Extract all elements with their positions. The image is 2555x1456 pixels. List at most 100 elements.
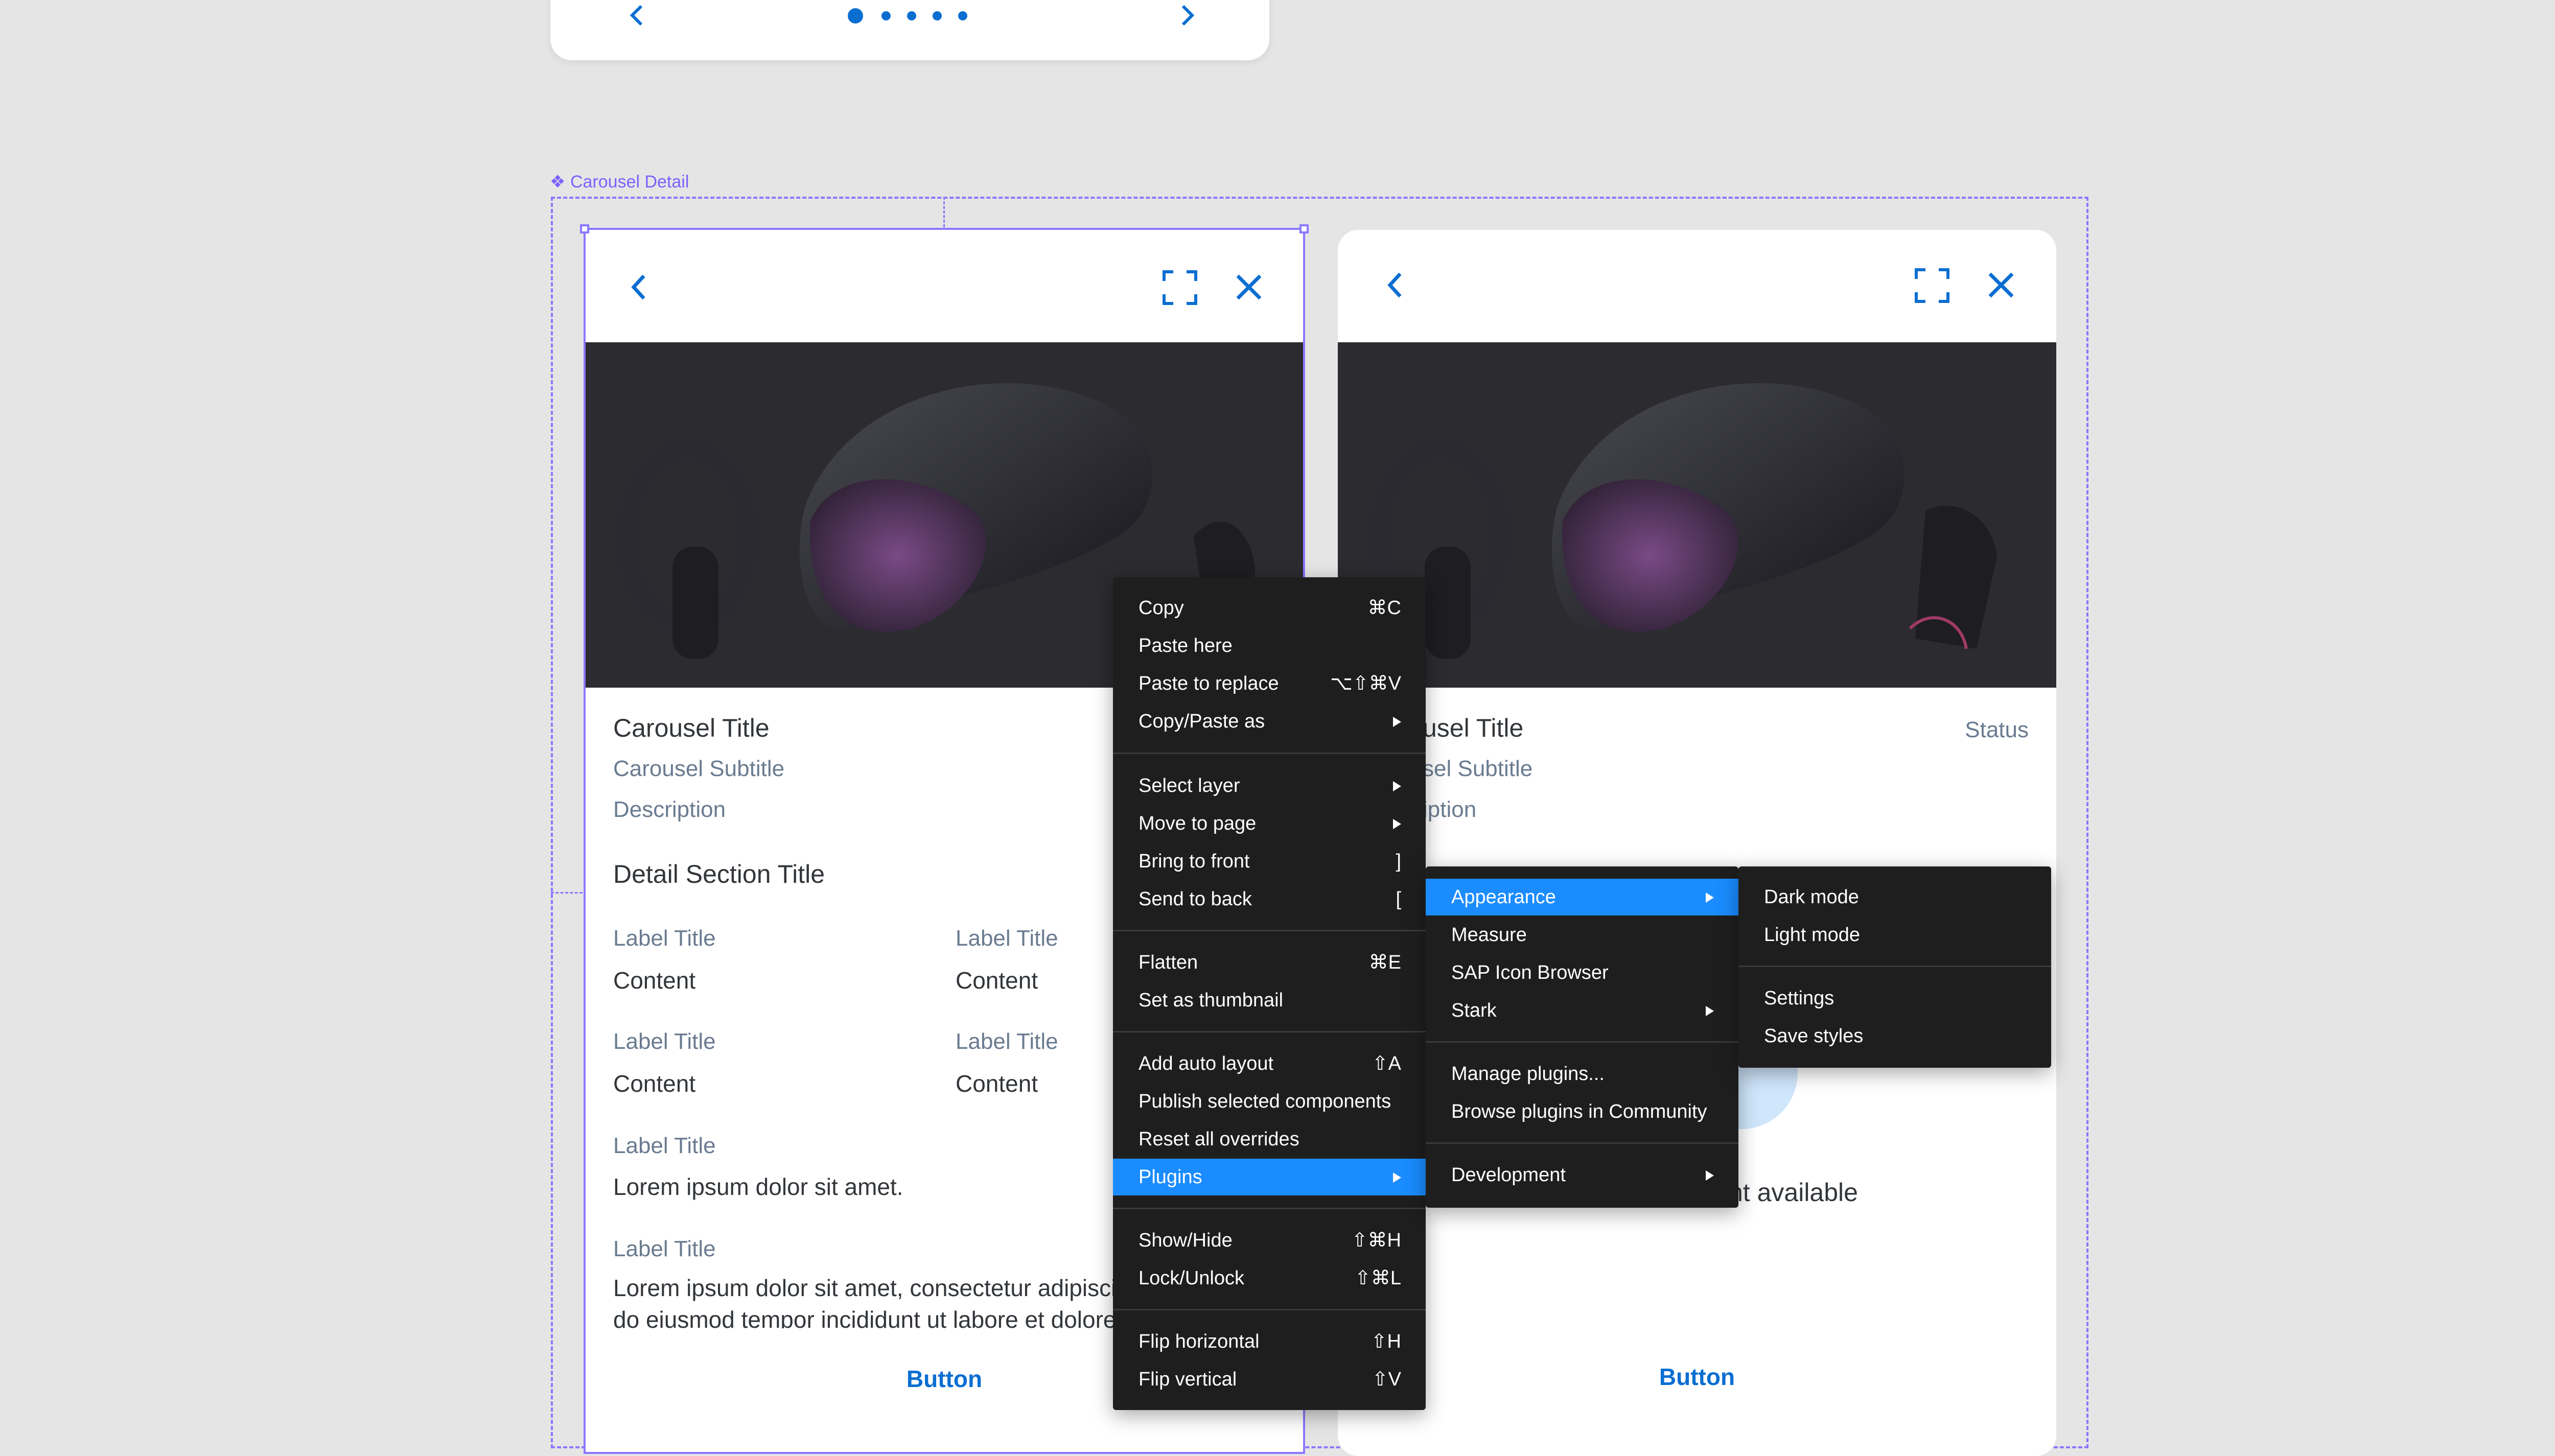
fullscreen-icon[interactable] <box>1162 270 1198 306</box>
menu-item-label: Move to page <box>1139 813 1257 834</box>
menu-item-label: Browse plugins in Community <box>1451 1101 1707 1122</box>
plugins-submenu: Appearance Measure SAP Icon Browser Star… <box>1426 866 1738 1208</box>
menu-item-flip-vertical[interactable]: Flip vertical ⇧V <box>1113 1361 1426 1398</box>
submenu-arrow-icon <box>1393 717 1401 727</box>
menu-item-flip-horizontal[interactable]: Flip horizontal ⇧H <box>1113 1323 1426 1360</box>
menu-item-copy-paste-as[interactable]: Copy/Paste as <box>1113 703 1426 740</box>
menu-item-label: Send to back <box>1139 888 1252 910</box>
menu-item-reset-overrides[interactable]: Reset all overrides <box>1113 1121 1426 1158</box>
menu-separator <box>1113 1208 1426 1209</box>
menu-item-plugins[interactable]: Plugins <box>1113 1159 1426 1195</box>
chevron-left-icon[interactable] <box>627 3 647 28</box>
chevron-right-icon[interactable] <box>1177 3 1197 28</box>
menu-item-label: Show/Hide <box>1139 1230 1233 1251</box>
menu-item-label: Appearance <box>1451 886 1556 908</box>
fullscreen-icon[interactable] <box>1914 268 1950 303</box>
menu-item-paste-to-replace[interactable]: Paste to replace ⌥⇧⌘V <box>1113 665 1426 702</box>
menu-item-settings[interactable]: Settings <box>1738 980 2051 1017</box>
menu-item-bring-to-front[interactable]: Bring to front ] <box>1113 843 1426 880</box>
card-description: Description <box>613 797 726 822</box>
menu-item-move-to-page[interactable]: Move to page <box>1113 805 1426 842</box>
back-chevron-icon[interactable] <box>630 272 650 302</box>
menu-separator <box>1113 753 1426 754</box>
menu-item-flatten[interactable]: Flatten ⌘E <box>1113 944 1426 981</box>
close-icon[interactable] <box>1987 271 2015 299</box>
menu-item-sap-icon-browser[interactable]: SAP Icon Browser <box>1426 954 1738 991</box>
menu-item-label: Save styles <box>1764 1025 1864 1047</box>
submenu-arrow-icon <box>1393 1172 1401 1183</box>
selection-handle[interactable] <box>580 224 589 233</box>
menu-item-label: Paste to replace <box>1139 673 1279 694</box>
menu-item-save-styles[interactable]: Save styles <box>1738 1018 2051 1054</box>
menu-item-appearance[interactable]: Appearance <box>1426 879 1738 915</box>
menu-item-label: Paste here <box>1139 635 1233 656</box>
page-indicator-active[interactable] <box>848 8 863 24</box>
menu-item-label: Manage plugins... <box>1451 1063 1605 1085</box>
menu-item-publish-components[interactable]: Publish selected components <box>1113 1083 1426 1120</box>
menu-item-paste-here[interactable]: Paste here <box>1113 627 1426 664</box>
spacing-guide <box>551 892 583 894</box>
field-label: Label Title <box>613 926 716 951</box>
menu-item-add-auto-layout[interactable]: Add auto layout ⇧A <box>1113 1045 1426 1082</box>
page-indicator[interactable] <box>933 11 942 20</box>
menu-item-show-hide[interactable]: Show/Hide ⇧⌘H <box>1113 1222 1426 1259</box>
field-content: Content <box>613 967 696 994</box>
menu-item-shortcut: ] <box>1396 851 1401 872</box>
submenu-arrow-icon <box>1706 893 1714 903</box>
field-content: Lorem ipsum dolor sit amet. <box>613 1173 903 1200</box>
menu-item-set-as-thumbnail[interactable]: Set as thumbnail <box>1113 982 1426 1019</box>
submenu-arrow-icon <box>1393 819 1401 829</box>
page-indicator[interactable] <box>958 11 967 20</box>
menu-item-label: Copy <box>1139 597 1184 619</box>
carousel-detail-card-right[interactable]: usel Title Status sel Subtitle iption nt… <box>1338 230 2056 1456</box>
menu-item-shortcut: ⌥⇧⌘V <box>1330 673 1401 694</box>
menu-item-label: Set as thumbnail <box>1139 990 1284 1011</box>
menu-item-stark[interactable]: Stark <box>1426 992 1738 1029</box>
card-button[interactable]: Button <box>1338 1363 2056 1391</box>
vr-headset-image <box>1367 383 1997 659</box>
spacing-guide <box>943 197 945 227</box>
menu-item-manage-plugins[interactable]: Manage plugins... <box>1426 1055 1738 1092</box>
menu-item-label: Lock/Unlock <box>1139 1267 1244 1289</box>
field-label: Label Title <box>613 1133 716 1158</box>
menu-item-shortcut: [ <box>1396 888 1401 910</box>
menu-item-label: Dark mode <box>1764 886 1859 908</box>
menu-separator <box>1738 966 2051 967</box>
close-icon[interactable] <box>1235 273 1263 301</box>
menu-item-label: Flatten <box>1139 952 1198 973</box>
appearance-submenu: Dark mode Light mode Settings Save style… <box>1738 866 2051 1068</box>
menu-item-shortcut: ⇧⌘L <box>1355 1267 1401 1289</box>
menu-item-lock-unlock[interactable]: Lock/Unlock ⇧⌘L <box>1113 1260 1426 1297</box>
menu-item-label: Reset all overrides <box>1139 1129 1299 1150</box>
menu-item-label: Add auto layout <box>1139 1053 1274 1074</box>
field-content: Content <box>956 1070 1038 1097</box>
card-description: iption <box>1423 797 1477 822</box>
menu-item-shortcut: ⌘C <box>1367 597 1401 619</box>
frame-label[interactable]: ❖ Carousel Detail <box>550 172 689 192</box>
page-indicator[interactable] <box>907 11 916 20</box>
back-chevron-icon[interactable] <box>1386 270 1406 300</box>
menu-item-shortcut: ⇧H <box>1371 1331 1401 1352</box>
menu-item-dark-mode[interactable]: Dark mode <box>1738 879 2051 915</box>
menu-item-light-mode[interactable]: Light mode <box>1738 917 2051 953</box>
menu-item-send-to-back[interactable]: Send to back [ <box>1113 881 1426 918</box>
carousel-card-top <box>550 0 1269 60</box>
menu-item-select-layer[interactable]: Select layer <box>1113 767 1426 804</box>
field-label: Label Title <box>613 1236 716 1261</box>
field-label: Label Title <box>956 926 1058 951</box>
field-label: Label Title <box>613 1029 716 1054</box>
empty-state-text: nt available <box>1729 1178 1858 1207</box>
product-image <box>1338 342 2056 688</box>
menu-item-development[interactable]: Development <box>1426 1157 1738 1193</box>
field-label: Label Title <box>956 1029 1058 1054</box>
submenu-arrow-icon <box>1706 1006 1714 1016</box>
menu-item-measure[interactable]: Measure <box>1426 917 1738 953</box>
detail-section-title: Detail Section Title <box>613 860 825 888</box>
menu-item-copy[interactable]: Copy ⌘C <box>1113 590 1426 626</box>
menu-item-browse-plugins[interactable]: Browse plugins in Community <box>1426 1093 1738 1130</box>
menu-separator <box>1426 1142 1738 1144</box>
submenu-arrow-icon <box>1706 1170 1714 1181</box>
selection-handle[interactable] <box>1299 224 1309 233</box>
page-indicator[interactable] <box>881 11 891 20</box>
menu-item-label: SAP Icon Browser <box>1451 962 1609 983</box>
